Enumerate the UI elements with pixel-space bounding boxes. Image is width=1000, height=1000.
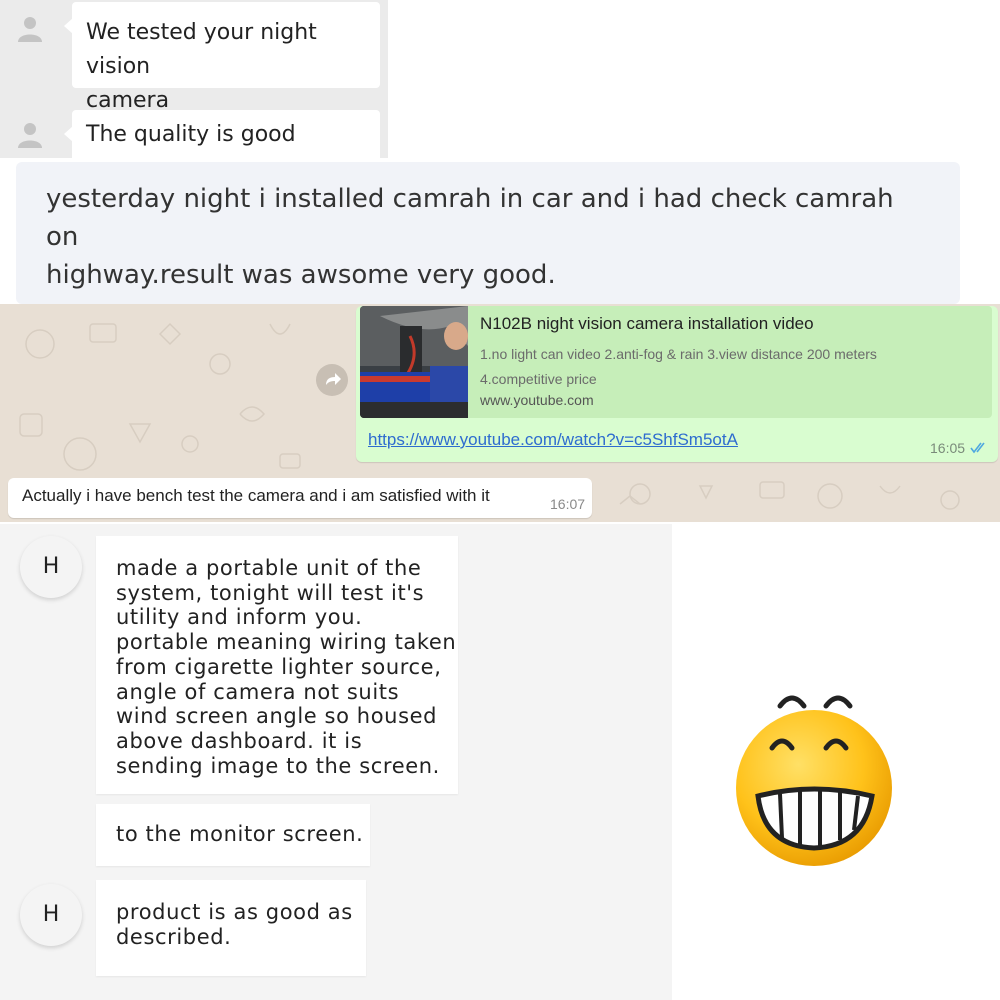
forward-button[interactable] (316, 364, 348, 396)
message-bubble: made a portable unit of the system, toni… (96, 536, 458, 794)
link-preview-title[interactable]: N102B night vision camera installation v… (480, 314, 814, 334)
forward-arrow-icon (326, 373, 341, 385)
message-bubble: The quality is good (72, 110, 380, 158)
message-bubble: to the monitor screen. (96, 804, 370, 866)
message-bubble: product is as good as described. (96, 880, 366, 976)
video-thumbnail[interactable] (360, 306, 468, 418)
link-preview-description: 1.no light can video 2.anti-fog & rain 3… (480, 346, 877, 387)
message-text: to the monitor screen. (116, 822, 364, 846)
contact-avatar: H (20, 884, 82, 946)
message-bubble: We tested your night vision camera (72, 2, 380, 113)
user-avatar-icon (18, 17, 42, 42)
message-time: 16:07 (550, 496, 586, 512)
thumbnail-image (360, 306, 468, 418)
message-bubble: yesterday night i installed camrah in ca… (16, 162, 960, 304)
link-preview-site: www.youtube.com (480, 392, 594, 408)
message-text: The quality is good (86, 122, 296, 147)
grinning-face-emoji-icon (736, 695, 892, 866)
message-text: We tested your night vision camera (86, 20, 317, 113)
received-message-bubble: Actually i have bench test the camera an… (8, 478, 592, 518)
contact-avatar: H (20, 536, 82, 598)
message-text: product is as good as described. (116, 900, 353, 949)
message-text: made a portable unit of the system, toni… (116, 556, 457, 778)
read-receipt-icon (970, 442, 985, 454)
message-text: Actually i have bench test the camera an… (22, 486, 490, 505)
user-avatar-icon (18, 123, 42, 148)
message-time: 16:05 (930, 440, 966, 456)
message-text: yesterday night i installed camrah in ca… (46, 184, 894, 290)
message-link[interactable]: https://www.youtube.com/watch?v=c5ShfSm5… (368, 430, 738, 450)
